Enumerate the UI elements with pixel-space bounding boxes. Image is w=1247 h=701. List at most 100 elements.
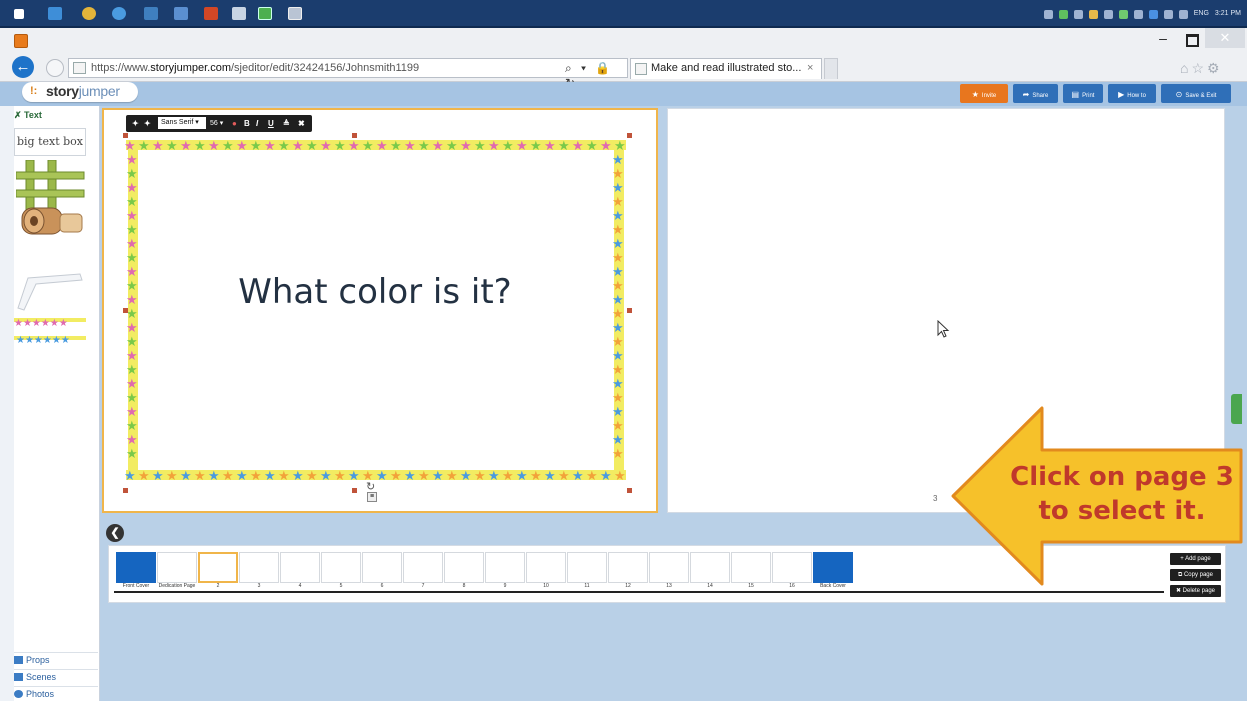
tab-close-icon[interactable]: × — [807, 62, 813, 74]
italic-button[interactable]: I — [256, 117, 258, 130]
bring-forward-icon[interactable]: ✦ — [132, 117, 139, 130]
storyjumper-logo[interactable]: !: storyjumper — [22, 82, 138, 102]
resize-handle-ml[interactable] — [123, 308, 128, 313]
border-star: ★ — [612, 167, 624, 182]
tray-keyboard-icon[interactable] — [1043, 9, 1053, 19]
folder-icon[interactable] — [144, 7, 158, 20]
address-bar[interactable]: https://www.storyjumper.com/sjeditor/edi… — [68, 58, 628, 90]
border-star: ★ — [126, 251, 138, 266]
window-maximize-button[interactable] — [1178, 30, 1204, 48]
media-icon[interactable] — [48, 7, 62, 20]
page-thumbnail[interactable] — [690, 552, 730, 583]
font-size-select[interactable]: 56 ▾ — [210, 117, 223, 130]
page-thumbnail[interactable] — [321, 552, 361, 583]
tray-app-icon[interactable] — [1088, 9, 1098, 19]
page-thumbnail[interactable] — [198, 552, 238, 583]
page-thumbnail[interactable] — [116, 552, 156, 583]
border-star: ★ — [320, 469, 332, 484]
tray-bluetooth-icon[interactable] — [1148, 9, 1158, 19]
page-thumbnail[interactable] — [444, 552, 484, 583]
word-icon[interactable] — [232, 7, 246, 20]
callout-line-2: to select it. — [1038, 496, 1206, 526]
browser-tab[interactable]: Make and read illustrated sto... × — [630, 58, 822, 79]
resize-handle-br[interactable] — [627, 488, 632, 493]
page-thumbnail[interactable] — [731, 552, 771, 583]
url-text[interactable]: https://www.storyjumper.com/sjeditor/edi… — [91, 61, 419, 76]
page-thumbnail[interactable] — [813, 552, 853, 583]
underline-button[interactable]: U — [268, 117, 274, 130]
delete-text-icon[interactable]: ✖ — [298, 117, 305, 130]
scenes-category[interactable]: Scenes — [14, 669, 98, 684]
forward-button[interactable] — [46, 59, 64, 77]
resize-handle-bl[interactable] — [123, 488, 128, 493]
tray-network-icon[interactable] — [1133, 9, 1143, 19]
resize-handle-tc[interactable] — [352, 133, 357, 138]
border-star: ★ — [152, 469, 164, 484]
resize-handle-bc[interactable] — [352, 488, 357, 493]
text-tab[interactable]: ✗ Text — [14, 110, 42, 121]
bamboo-fence-prop[interactable] — [16, 160, 86, 236]
window-minimize-button[interactable]: – — [1150, 30, 1176, 48]
tray-wifi-icon[interactable] — [1178, 9, 1188, 19]
border-star: ★ — [558, 469, 570, 484]
page-heading-text[interactable]: What color is it? — [140, 272, 610, 312]
page-thumbnail[interactable] — [772, 552, 812, 583]
align-icon[interactable]: ≜ — [283, 117, 290, 130]
star-border-prop[interactable]: ★★★★★★ ★★★★★★ — [14, 316, 86, 346]
tray-language[interactable]: ENG — [1194, 8, 1209, 20]
home-favorites-settings-icons[interactable]: ⌂☆⚙ — [1180, 60, 1223, 77]
back-button[interactable]: ← — [12, 56, 34, 78]
page-thumbnail[interactable] — [362, 552, 402, 583]
tray-update-icon[interactable] — [1163, 9, 1173, 19]
font-family-select[interactable]: Sans Serif ▾ — [158, 117, 206, 129]
page-thumbnail[interactable] — [649, 552, 689, 583]
border-star: ★ — [126, 293, 138, 308]
tray-shield-icon[interactable] — [1058, 9, 1068, 19]
page-thumbnail[interactable] — [526, 552, 566, 583]
ie-icon[interactable] — [112, 7, 126, 20]
page-thumbnail[interactable] — [157, 552, 197, 583]
tray-battery-icon[interactable] — [1118, 9, 1128, 19]
text-color-icon[interactable]: ● — [232, 117, 237, 130]
page-thumbnail[interactable] — [567, 552, 607, 583]
border-star: ★ — [612, 391, 624, 406]
tray-monitor-icon[interactable] — [1103, 9, 1113, 19]
tray-clock[interactable]: 3:21 PM — [1215, 8, 1241, 20]
save-exit-button[interactable]: ⊙ Save & Exit — [1161, 84, 1231, 103]
resize-handle-tl[interactable] — [123, 133, 128, 138]
page-thumbnail[interactable] — [239, 552, 279, 583]
how-to-button[interactable]: ▶ How to — [1108, 84, 1156, 103]
big-text-box-item[interactable]: big text box — [14, 128, 86, 156]
page-thumbnail[interactable] — [280, 552, 320, 583]
border-star: ★ — [376, 139, 388, 154]
chrome-icon[interactable] — [82, 7, 96, 20]
page-thumbnail[interactable] — [608, 552, 648, 583]
page-thumbnail[interactable] — [485, 552, 525, 583]
excel-icon[interactable] — [258, 7, 272, 20]
tray-speaker-icon[interactable] — [1073, 9, 1083, 19]
props-category[interactable]: Props — [14, 652, 98, 667]
border-star: ★ — [126, 279, 138, 294]
frame-prop[interactable] — [14, 268, 86, 313]
border-star: ★ — [126, 209, 138, 224]
resize-handle-mr[interactable] — [627, 308, 632, 313]
send-backward-icon[interactable]: ✦ — [144, 117, 151, 130]
windows-icon[interactable] — [14, 9, 24, 19]
layer-handle-icon[interactable]: ≡ — [367, 492, 377, 502]
invite-button[interactable]: ★ Invite — [960, 84, 1008, 103]
photos-category[interactable]: Photos — [14, 686, 98, 701]
resize-handle-tr[interactable] — [627, 133, 632, 138]
border-star: ★ — [152, 139, 164, 154]
bold-button[interactable]: B — [244, 117, 250, 130]
browser-app-icon — [14, 34, 28, 48]
camtasia-icon[interactable] — [288, 7, 302, 20]
page-thumbnail[interactable] — [403, 552, 443, 583]
collapse-strip-button[interactable]: ❮ — [106, 524, 124, 542]
new-tab-button[interactable] — [824, 58, 838, 79]
print-button[interactable]: ▤ Print — [1063, 84, 1103, 103]
app-icon[interactable] — [174, 7, 188, 20]
border-star: ★ — [600, 469, 612, 484]
powerpoint-icon[interactable] — [204, 7, 218, 20]
share-button[interactable]: ➦ Share — [1013, 84, 1058, 103]
window-close-button[interactable]: ✕ — [1205, 28, 1245, 48]
